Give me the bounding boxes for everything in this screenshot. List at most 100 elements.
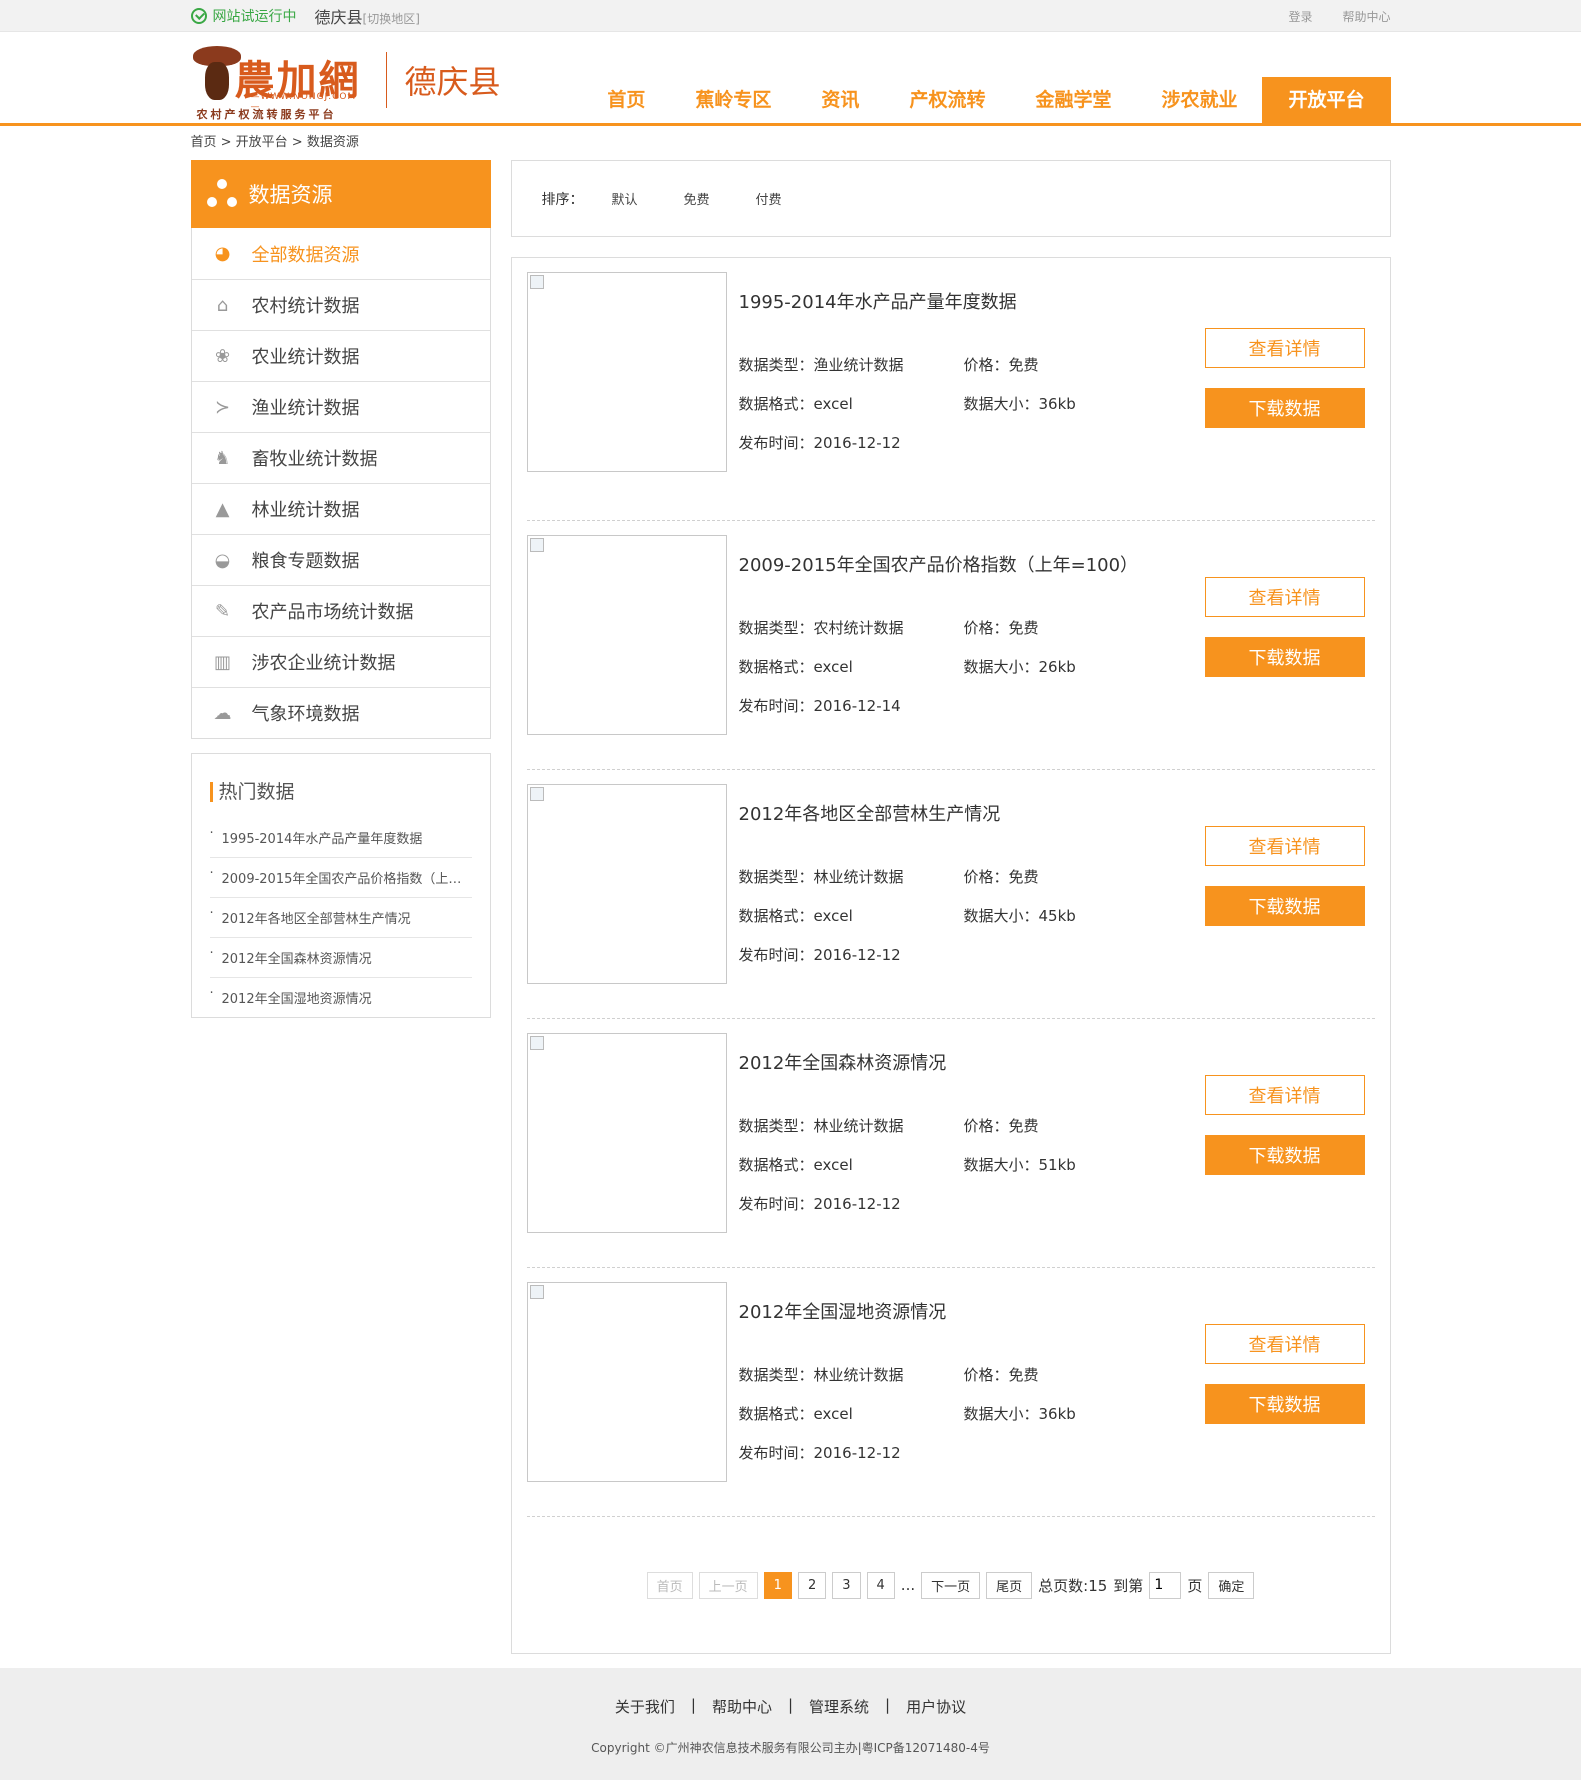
download-data-button[interactable]: 下载数据 [1204,1384,1365,1424]
data-thumbnail[interactable] [526,272,727,472]
view-details-button[interactable]: 查看详情 [1204,1075,1365,1115]
site-header: 農加網 —WWW.NONGJ.COM— 农村产权流转服务平台 德庆县 首页 蕉岭… [0,32,1581,126]
page-number[interactable]: 3 [832,1571,861,1599]
data-item-actions: 查看详情 下载数据 [1204,328,1365,428]
size-value: 36kb [1038,1405,1076,1423]
fish-icon: ≻ [214,396,231,418]
field-label: 数据格式： [738,907,814,925]
nav-news[interactable]: 资讯 [796,77,884,123]
category-all[interactable]: ◕ 全部数据资源 [192,228,490,279]
price-field: 价格：免费 [964,617,1184,638]
field-label: 数据类型： [738,619,814,637]
sidebar-title: 数据资源 [248,183,333,207]
header-county: 德庆县 [404,63,501,101]
page-number[interactable]: 4 [866,1571,895,1599]
data-item: 2012年全国湿地资源情况 数据类型：林业统计数据 价格：免费 数据格式：excel 数… [526,1268,1375,1517]
nav-property-transfer[interactable]: 产权流转 [884,77,1010,123]
category-weather[interactable]: ☁ 气象环境数据 [191,687,490,738]
copyright: Copyright ©广州神农信息技术服务有限公司主办|粤ICP备1207148… [591,1741,990,1755]
hot-data-item[interactable]: 1995-2014年水产品产量年度数据 [209,818,472,858]
category-market[interactable]: ✎ 农产品市场统计数据 [191,585,490,636]
category-rural[interactable]: ⌂ 农村统计数据 [191,279,490,330]
data-type-value: 林业统计数据 [813,868,904,886]
switch-region-link[interactable]: [切换地区] [363,12,420,26]
plant-icon: ❀ [214,345,231,367]
login-link[interactable]: 登录 [1288,8,1312,25]
category-grain[interactable]: ◒ 粮食专题数据 [191,534,490,585]
data-thumbnail[interactable] [526,784,727,984]
broken-image-icon [529,538,544,552]
field-label: 数据格式： [738,1405,814,1423]
format-field: 数据格式：excel [739,393,964,414]
field-label: 数据格式： [738,1156,814,1174]
field-label: 价格： [963,356,1009,374]
size-field: 数据大小：51kb [964,1154,1184,1175]
footer-about-link[interactable]: 关于我们 [615,1696,675,1717]
hot-data-item[interactable]: 2012年全国森林资源情况 [209,938,472,978]
data-thumbnail[interactable] [526,535,727,735]
site-logo[interactable]: 農加網 —WWW.NONGJ.COM— 农村产权流转服务平台 [191,40,366,121]
page-last[interactable]: 尾页 [986,1571,1033,1599]
goto-label: 到第 [1113,1576,1144,1595]
download-data-button[interactable]: 下载数据 [1204,886,1365,926]
category-enterprise[interactable]: ▥ 涉农企业统计数据 [191,636,490,687]
publish-date-field: 发布时间：2016-12-12 [739,1442,1184,1463]
size-value: 51kb [1038,1156,1076,1174]
hot-data-item[interactable]: 2012年全国湿地资源情况 [210,978,472,1017]
bowl-icon: ◒ [214,549,231,571]
page-prev[interactable]: 上一页 [698,1571,758,1599]
trial-label: 网站试运行中 [212,9,297,25]
logo-subtitle: 农村产权流转服务平台 [196,108,337,121]
page-next[interactable]: 下一页 [921,1571,981,1599]
download-data-button[interactable]: 下载数据 [1204,1135,1365,1175]
data-thumbnail[interactable] [526,1282,727,1482]
category-forestry[interactable]: ▲ 林业统计数据 [191,483,490,534]
category-livestock[interactable]: ♞ 畜牧业统计数据 [191,432,490,483]
footer-agreement-link[interactable]: 用户协议 [906,1696,966,1717]
field-label: 发布时间： [738,1195,814,1213]
nav-jiaoling[interactable]: 蕉岭专区 [670,77,796,123]
share-nodes-icon [205,177,239,211]
nav-employment[interactable]: 涉农就业 [1136,77,1262,123]
goto-page-input[interactable] [1149,1571,1182,1599]
market-icon: ✎ [214,600,231,622]
download-data-button[interactable]: 下载数据 [1204,637,1365,677]
nav-home[interactable]: 首页 [582,77,670,123]
category-label: 全部数据资源 [251,244,360,266]
data-thumbnail[interactable] [526,1033,727,1233]
data-item-title[interactable]: 1995-2014年水产品产量年度数据 [739,288,1375,318]
goto-confirm-button[interactable]: 确定 [1208,1571,1255,1599]
footer-links: 关于我们 | 帮助中心 | 管理系统 | 用户协议 [614,1696,967,1717]
field-label: 发布时间： [738,697,814,715]
sort-paid[interactable]: 付费 [756,189,782,208]
view-details-button[interactable]: 查看详情 [1204,328,1365,368]
sort-free[interactable]: 免费 [684,189,710,208]
category-label: 渔业统计数据 [251,398,360,419]
sidebar-header: 数据资源 [190,160,491,228]
category-agriculture[interactable]: ❀ 农业统计数据 [191,330,490,381]
field-label: 数据类型： [738,1366,814,1384]
broken-image-icon [529,275,544,289]
data-type-field: 数据类型：渔业统计数据 [739,354,964,375]
download-data-button[interactable]: 下载数据 [1204,388,1365,428]
view-details-button[interactable]: 查看详情 [1204,577,1365,617]
page-number[interactable]: 1 [763,1571,792,1599]
nav-open-platform[interactable]: 开放平台 [1262,77,1391,123]
view-details-button[interactable]: 查看详情 [1204,826,1365,866]
price-value: 免费 [1008,868,1039,886]
page-first[interactable]: 首页 [646,1571,693,1599]
sort-default[interactable]: 默认 [612,189,638,208]
category-fishery[interactable]: ≻ 渔业统计数据 [191,381,490,432]
help-center-link[interactable]: 帮助中心 [1342,8,1390,25]
footer-admin-link[interactable]: 管理系统 [809,1696,869,1717]
brand: 農加網 —WWW.NONGJ.COM— 农村产权流转服务平台 德庆县 [191,40,501,121]
page-number[interactable]: 2 [797,1571,827,1599]
breadcrumb: 首页 > 开放平台 > 数据资源 [190,135,359,150]
hot-data-item[interactable]: 2012年各地区全部营林生产情况 [209,898,472,938]
nav-finance[interactable]: 金融学堂 [1010,77,1136,123]
view-details-button[interactable]: 查看详情 [1204,1324,1365,1364]
category-label: 农业统计数据 [251,347,360,368]
category-label: 粮食专题数据 [251,551,360,572]
hot-data-item[interactable]: 2009-2015年全国农产品价格指数（上年=100） [209,858,472,898]
footer-help-link[interactable]: 帮助中心 [712,1696,772,1717]
